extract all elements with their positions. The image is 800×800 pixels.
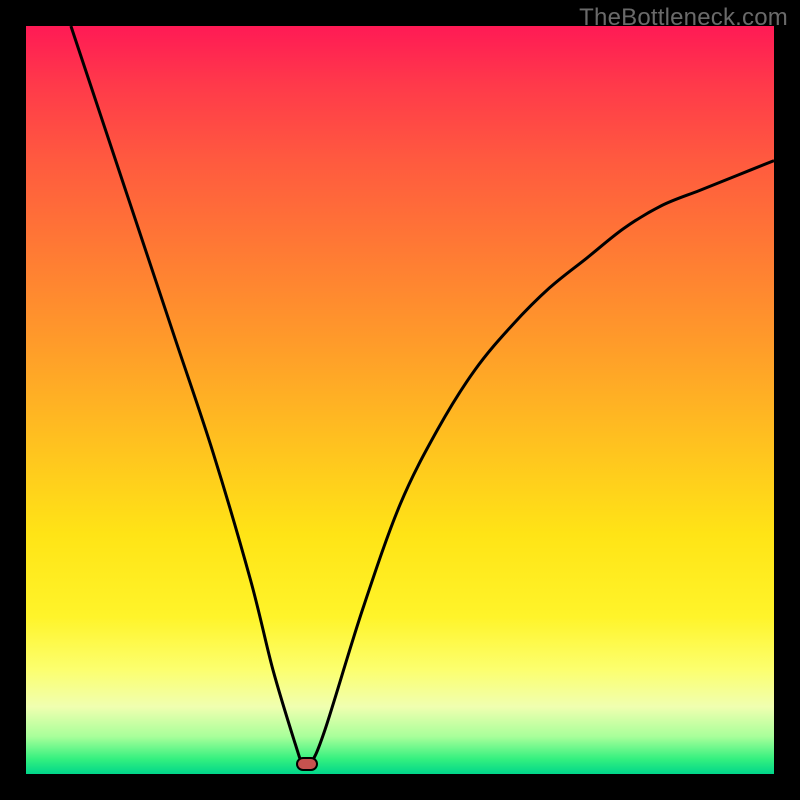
watermark-text: TheBottleneck.com [579, 4, 788, 32]
min-marker [296, 757, 318, 771]
gradient-background [26, 26, 774, 774]
chart-frame: TheBottleneck.com [0, 0, 800, 800]
plot-area [26, 26, 774, 774]
